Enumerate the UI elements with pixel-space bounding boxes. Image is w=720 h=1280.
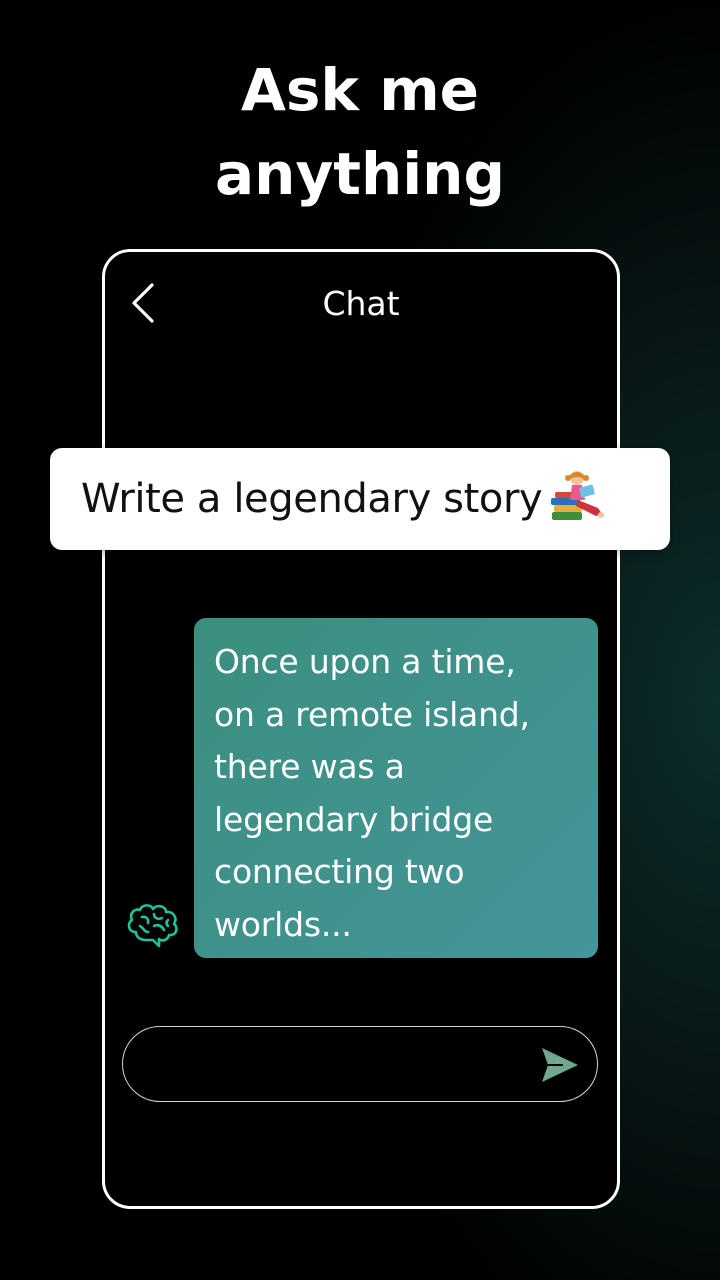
send-icon — [542, 1048, 578, 1082]
headline-line-2: anything — [215, 140, 505, 208]
brain-icon — [127, 904, 178, 948]
headline-line-1: Ask me — [241, 56, 479, 124]
headline: Ask me anything — [0, 48, 720, 216]
send-button[interactable] — [537, 1043, 583, 1087]
message-input-field[interactable] — [122, 1026, 598, 1102]
assistant-reply-text: Once upon a time, on a remote island, th… — [214, 642, 530, 944]
prompt-card: Write a legendary story — [50, 448, 670, 550]
prompt-text: Write a legendary story — [81, 476, 543, 522]
girl-reading-books-icon — [551, 471, 605, 520]
message-input[interactable] — [147, 1043, 531, 1085]
assistant-reply-bubble: Once upon a time, on a remote island, th… — [194, 618, 598, 958]
chat-title: Chat — [322, 284, 400, 323]
